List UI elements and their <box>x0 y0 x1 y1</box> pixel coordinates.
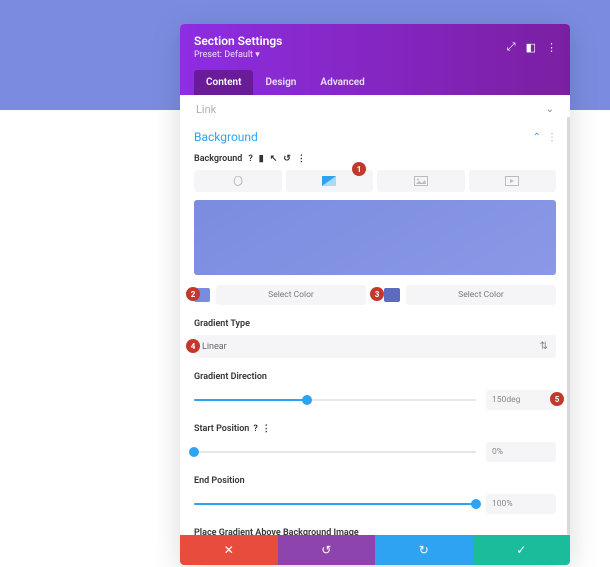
above-image-label: Place Gradient Above Background Image <box>194 528 556 535</box>
tab-advanced[interactable]: Advanced <box>308 70 376 95</box>
bg-tab-image[interactable] <box>377 170 465 192</box>
badge-3: 3 <box>370 287 384 301</box>
undo-button[interactable]: ↺ <box>278 535 376 565</box>
group-background-label: Background <box>194 130 258 144</box>
panel-header: Section Settings Preset: Default ▾ ⤢ ◧ ⋮… <box>180 24 570 95</box>
end-input[interactable] <box>486 494 556 514</box>
group-link[interactable]: Link ⌄ <box>194 95 556 124</box>
start-slider-row <box>194 442 556 462</box>
more-icon[interactable]: ⋮ <box>546 41 556 54</box>
panel-title: Section Settings <box>194 34 282 48</box>
group-more-icon[interactable]: ⋮ <box>547 132 556 143</box>
start-input[interactable] <box>486 442 556 462</box>
badge-1: 1 <box>352 162 366 176</box>
badge-5: 5 <box>550 392 564 406</box>
direction-input[interactable] <box>486 390 556 410</box>
start-position-label: Start Position ? ⋮ <box>194 424 556 434</box>
gradient-type-value: Linear <box>202 342 227 352</box>
help-icon[interactable]: ? <box>248 154 252 164</box>
end-thumb[interactable] <box>471 499 481 509</box>
group-link-label: Link <box>196 103 216 116</box>
save-button[interactable]: ✓ <box>473 535 571 565</box>
end-track[interactable] <box>194 503 476 505</box>
tab-content[interactable]: Content <box>194 70 253 95</box>
background-type-tabs: 1 <box>194 170 556 192</box>
background-field-label-row: Background ? ▮ ↖ ↺ ⋮ <box>194 154 556 164</box>
color-stop-1: Select Color <box>194 285 366 305</box>
direction-track[interactable] <box>194 399 476 401</box>
gradient-type-select[interactable]: 4 Linear ⇅ <box>194 335 556 358</box>
gradient-type-label: Gradient Type <box>194 319 556 329</box>
color-stops-row: 2 3 Select Color Select Color <box>194 285 556 305</box>
end-slider-row <box>194 494 556 514</box>
cancel-button[interactable]: ✕ <box>180 535 278 565</box>
bg-tab-video[interactable] <box>469 170 557 192</box>
columns-icon[interactable]: ◧ <box>526 41 536 54</box>
background-field-label: Background <box>194 154 242 164</box>
gradient-preview <box>194 200 556 275</box>
tablet-icon[interactable]: ▮ <box>259 154 264 164</box>
tabs: Content Design Advanced <box>194 70 556 95</box>
help-icon[interactable]: ? <box>253 424 257 434</box>
direction-slider-row: 5 <box>194 390 556 410</box>
tab-design[interactable]: Design <box>253 70 308 95</box>
expand-icon[interactable]: ⤢ <box>507 40 516 54</box>
panel-body: Link ⌄ Background ⌃ ⋮ Background ? ▮ ↖ ↺… <box>180 95 570 535</box>
group-background-head[interactable]: Background ⌃ ⋮ <box>194 124 556 150</box>
redo-button[interactable]: ↻ <box>375 535 473 565</box>
direction-thumb[interactable] <box>302 395 312 405</box>
color-stop-2: Select Color <box>384 285 556 305</box>
hover-icon[interactable]: ↖ <box>270 154 278 164</box>
select-updown-icon: ⇅ <box>540 341 548 352</box>
end-position-label: End Position <box>194 476 556 486</box>
chevron-down-icon: ⌄ <box>546 104 554 115</box>
swatch-2[interactable] <box>384 288 400 302</box>
gradient-direction-label: Gradient Direction <box>194 372 556 382</box>
badge-4: 4 <box>186 339 200 353</box>
field-more-icon[interactable]: ⋮ <box>262 424 270 434</box>
select-color-1[interactable]: Select Color <box>216 285 366 305</box>
start-track[interactable] <box>194 451 476 453</box>
chevron-up-icon[interactable]: ⌃ <box>533 132 541 143</box>
preset-label[interactable]: Preset: Default ▾ <box>194 50 282 60</box>
reset-icon[interactable]: ↺ <box>283 154 291 164</box>
panel-footer: ✕ ↺ ↻ ✓ <box>180 535 570 565</box>
scrollbar[interactable] <box>567 117 570 535</box>
bg-tab-color[interactable] <box>194 170 282 192</box>
field-more-icon[interactable]: ⋮ <box>297 154 305 164</box>
header-actions: ⤢ ◧ ⋮ <box>507 40 556 54</box>
select-color-2[interactable]: Select Color <box>406 285 556 305</box>
start-thumb[interactable] <box>189 447 199 457</box>
settings-panel: Section Settings Preset: Default ▾ ⤢ ◧ ⋮… <box>180 24 570 565</box>
title-wrap: Section Settings Preset: Default ▾ <box>194 34 282 60</box>
badge-2: 2 <box>186 287 200 301</box>
